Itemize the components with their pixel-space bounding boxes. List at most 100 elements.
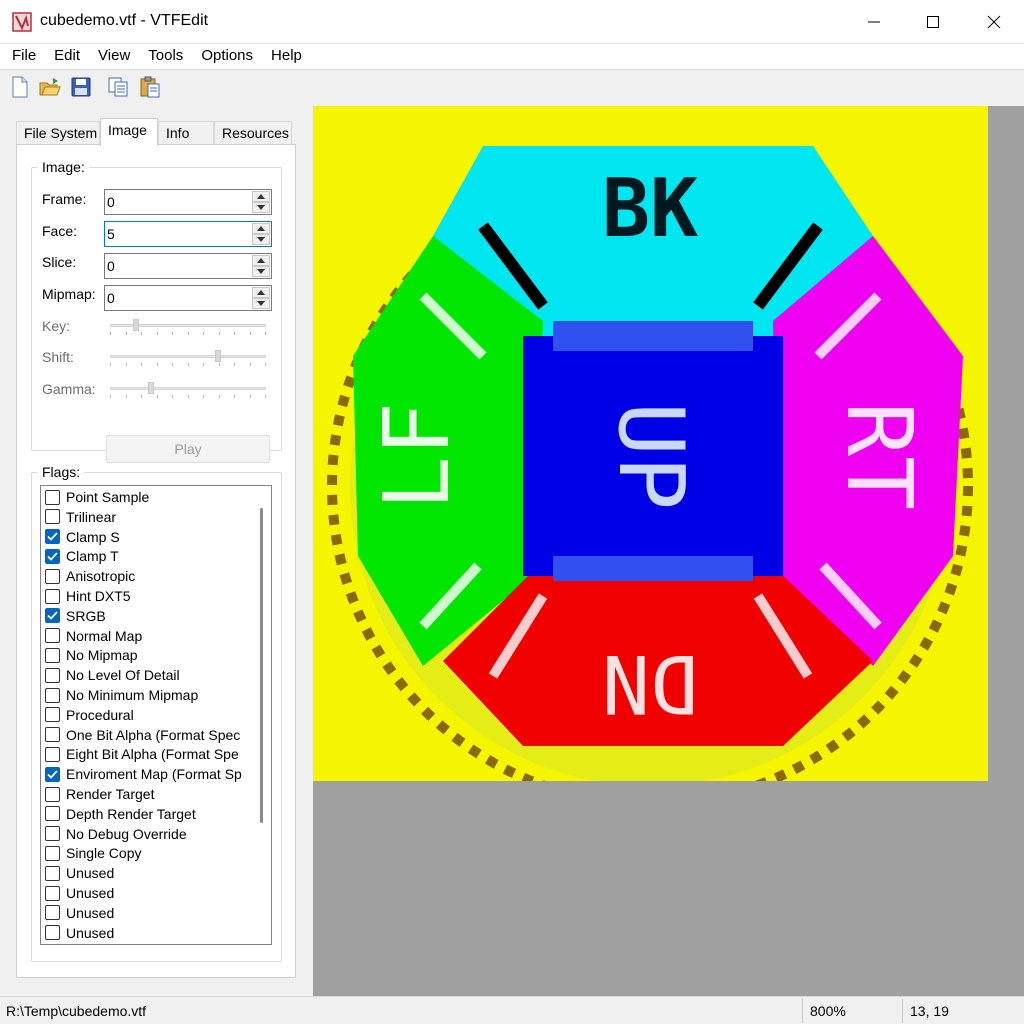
flag-item[interactable]: Point Sample (45, 487, 255, 507)
flag-checkbox[interactable] (45, 509, 60, 525)
flag-checkbox[interactable] (45, 826, 60, 842)
flag-checkbox[interactable] (45, 786, 60, 802)
flags-groupbox: Flags: Point Sample Trilinear Clamp S Clamp… (31, 464, 282, 962)
flags-checklist[interactable]: Point Sample Trilinear Clamp S Clamp T Aniso… (40, 485, 272, 945)
minimize-button[interactable] (844, 0, 904, 44)
mipmap-spinner[interactable] (104, 285, 272, 311)
flag-checkbox[interactable] (45, 865, 60, 881)
menu-view[interactable]: View (86, 44, 130, 69)
tab-image[interactable]: Image (100, 118, 158, 146)
key-slider-thumb[interactable] (132, 319, 139, 331)
flag-item[interactable]: No Minimum Mipmap (45, 685, 255, 705)
flag-item[interactable]: Unused (45, 863, 255, 883)
flag-checkbox[interactable] (45, 806, 60, 822)
flag-item[interactable]: Clamp S (45, 527, 255, 547)
flag-checkbox[interactable] (45, 529, 60, 545)
flag-item[interactable]: One Bit Alpha (Format Spec (45, 725, 255, 745)
gamma-slider[interactable] (110, 381, 266, 398)
face-spinner[interactable] (104, 221, 272, 247)
flag-item[interactable]: SRGB (45, 606, 255, 626)
slice-spinner[interactable] (104, 253, 272, 279)
flag-checkbox[interactable] (45, 647, 60, 663)
copy-button[interactable] (106, 75, 130, 99)
flag-checkbox[interactable] (45, 845, 60, 861)
maximize-icon (927, 16, 939, 28)
flag-item[interactable]: Unused (45, 903, 255, 923)
open-button[interactable] (38, 75, 62, 99)
face-input[interactable] (106, 223, 248, 245)
slice-spin-up-button[interactable] (252, 255, 270, 266)
flag-item[interactable]: Single Copy (45, 843, 255, 863)
frame-input[interactable] (106, 191, 248, 213)
slice-input[interactable] (106, 255, 248, 277)
flag-checkbox[interactable] (45, 885, 60, 901)
tab-info[interactable]: Info (158, 121, 214, 145)
flag-checkbox[interactable] (45, 687, 60, 703)
shift-slider-thumb[interactable] (215, 350, 221, 362)
flag-item[interactable]: Depth Render Target (45, 804, 255, 824)
frame-spinner[interactable] (104, 189, 272, 215)
flag-item[interactable]: Hint DXT5 (45, 586, 255, 606)
flag-label: Unused (66, 904, 115, 921)
flag-item[interactable]: Procedural (45, 705, 255, 725)
flag-item[interactable]: Clamp T (45, 546, 255, 566)
menu-help[interactable]: Help (259, 44, 302, 69)
frame-spin-up-button[interactable] (252, 191, 270, 202)
menu-file[interactable]: File (0, 44, 36, 69)
flag-checkbox[interactable] (45, 568, 60, 584)
flags-list-scrollbar[interactable] (260, 508, 263, 823)
face-spin-up-button[interactable] (252, 223, 270, 234)
flag-checkbox[interactable] (45, 628, 60, 644)
key-label: Key: (42, 318, 71, 334)
face-label-rt: RT (826, 402, 931, 510)
paste-button[interactable] (138, 75, 162, 99)
flag-item[interactable]: Enviroment Map (Format Sp (45, 764, 255, 784)
flag-item[interactable]: Normal Map (45, 626, 255, 646)
flag-checkbox[interactable] (45, 905, 60, 921)
play-button[interactable]: Play (106, 435, 270, 463)
flag-checkbox[interactable] (45, 489, 60, 505)
mipmap-spin-up-button[interactable] (252, 287, 270, 298)
flag-label: Anisotropic (66, 568, 136, 585)
save-button[interactable] (69, 75, 93, 99)
flag-checkbox[interactable] (45, 707, 60, 723)
flag-item[interactable]: No Debug Override (45, 824, 255, 844)
flag-checkbox[interactable] (45, 548, 60, 564)
mipmap-input[interactable] (106, 287, 248, 309)
flag-checkbox[interactable] (45, 727, 60, 743)
maximize-button[interactable] (903, 0, 963, 44)
flag-item[interactable]: Anisotropic (45, 566, 255, 586)
flag-checkbox[interactable] (45, 588, 60, 604)
flag-checkbox[interactable] (45, 746, 60, 762)
flag-item[interactable]: No Mipmap (45, 645, 255, 665)
key-slider[interactable] (110, 318, 266, 335)
tab-resources[interactable]: Resources (214, 121, 292, 145)
menu-tools[interactable]: Tools (136, 44, 183, 69)
flag-item[interactable]: Render Target (45, 784, 255, 804)
face-spin-down-button[interactable] (252, 234, 270, 245)
mipmap-spin-down-button[interactable] (252, 298, 270, 309)
flag-item[interactable]: Unused (45, 923, 255, 943)
flag-checkbox[interactable] (45, 766, 60, 782)
flag-checkbox[interactable] (45, 925, 60, 941)
menu-edit[interactable]: Edit (42, 44, 80, 69)
arrow-up-icon (257, 290, 265, 295)
flag-label: Normal Map (66, 627, 143, 644)
flag-item[interactable]: No Level Of Detail (45, 665, 255, 685)
flag-item[interactable]: Unused (45, 883, 255, 903)
image-groupbox: Image: Frame: Face: Slice: Mipmap (31, 159, 282, 463)
tab-file-system[interactable]: File System (16, 121, 100, 145)
menu-options[interactable]: Options (189, 44, 253, 69)
flag-item[interactable]: Eight Bit Alpha (Format Spe (45, 744, 255, 764)
new-file-button[interactable] (8, 75, 32, 99)
flag-checkbox[interactable] (45, 608, 60, 624)
texture-viewport[interactable]: BK UP LF RT DN (313, 106, 1024, 996)
title-bar: cubedemo.vtf - VTFEdit (0, 0, 1024, 44)
gamma-slider-thumb[interactable] (147, 382, 154, 394)
shift-slider[interactable] (110, 349, 266, 366)
flag-item[interactable]: Trilinear (45, 507, 255, 527)
close-button[interactable] (964, 0, 1024, 44)
frame-spin-down-button[interactable] (252, 202, 270, 213)
flag-checkbox[interactable] (45, 667, 60, 683)
slice-spin-down-button[interactable] (252, 266, 270, 277)
